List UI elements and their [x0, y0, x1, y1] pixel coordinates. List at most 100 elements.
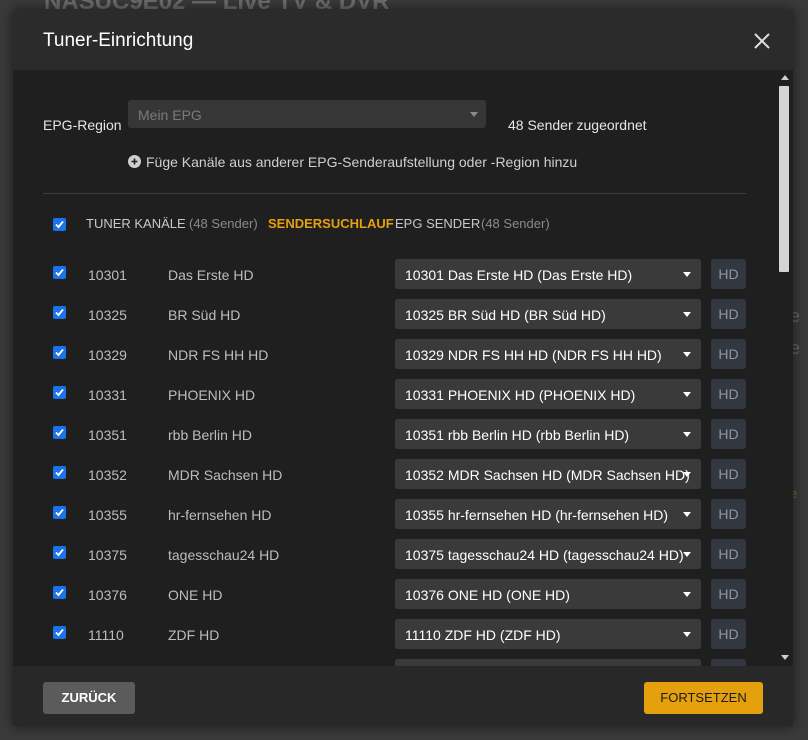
chevron-down-icon [470, 112, 478, 117]
epg-channels-count: (48 Sender) [481, 216, 550, 231]
epg-channel-value: 10376 ONE HD (ONE HD) [405, 587, 570, 603]
hd-toggle-button[interactable]: HD [711, 419, 746, 449]
chevron-down-icon [683, 632, 691, 637]
channel-name: MDR Sachsen HD [168, 467, 283, 483]
hd-toggle-button[interactable]: HD [711, 619, 746, 649]
epg-channel-select[interactable]: 10376 ONE HD (ONE HD) [395, 579, 701, 609]
continue-button[interactable]: FORTSETZEN [644, 682, 763, 714]
epg-channel-select[interactable]: 10351 rbb Berlin HD (rbb Berlin HD) [395, 419, 701, 449]
epg-channel-select[interactable]: 11110 ZDF HD (ZDF HD) [395, 619, 701, 649]
chevron-down-icon [683, 512, 691, 517]
chevron-down-icon [683, 352, 691, 357]
hd-toggle-button[interactable]: HD [711, 499, 746, 529]
channel-name: tagesschau24 HD [168, 547, 280, 563]
channel-row: 11120arte HD11120 arte HD (arte HD)HD [13, 659, 773, 666]
epg-channel-value: 10325 BR Süd HD (BR Süd HD) [405, 307, 606, 323]
epg-channels-header: EPG SENDER [395, 216, 481, 231]
hd-toggle-button[interactable]: HD [711, 659, 746, 666]
channel-row: 10355 hr-fernsehen HD 10355 hr-fernsehen H… [13, 499, 773, 539]
channel-row: 10352 MDR Sachsen HD 10352 MDR Sachsen HD … [13, 459, 773, 499]
checkmark-icon [55, 220, 64, 229]
checkmark-icon [55, 508, 64, 517]
channel-row: 10329 NDR FS HH HD 10329 NDR FS HH HD (NDR… [13, 339, 773, 379]
epg-channel-value: 10331 PHOENIX HD (PHOENIX HD) [405, 387, 636, 403]
chevron-down-icon [683, 592, 691, 597]
channel-checkbox[interactable] [53, 626, 66, 639]
assigned-count: 48 Sender zugeordnet [508, 117, 647, 133]
channel-row: 10351 rbb Berlin HD 10351 rbb Berlin HD (r… [13, 419, 773, 459]
channel-name: Das Erste HD [168, 267, 254, 283]
channel-checkbox[interactable] [53, 266, 66, 279]
epg-region-select[interactable]: Mein EPG [128, 100, 486, 128]
channel-checkbox[interactable] [53, 506, 66, 519]
channel-name: ZDF HD [168, 627, 220, 643]
add-channels-link[interactable]: Füge Kanäle aus anderer EPG-Senderaufste… [146, 154, 577, 170]
channel-name: BR Süd HD [168, 307, 241, 323]
checkmark-icon [55, 588, 64, 597]
channel-checkbox[interactable] [53, 386, 66, 399]
channel-name: NDR FS HH HD [168, 347, 269, 363]
channel-row: 10331 PHOENIX HD 10331 PHOENIX HD (PHOENIX… [13, 379, 773, 419]
epg-channel-select[interactable]: 10355 hr-fernsehen HD (hr-fernsehen HD) [395, 499, 701, 529]
hd-toggle-button[interactable]: HD [711, 579, 746, 609]
epg-channel-select[interactable]: 10375 tagesschau24 HD (tagesschau24 HD) [395, 539, 701, 569]
channel-checkbox[interactable] [53, 586, 66, 599]
chevron-down-icon [683, 472, 691, 477]
channel-number: 10331 [88, 387, 127, 403]
hd-toggle-button[interactable]: HD [711, 459, 746, 489]
channel-name: hr-fernsehen HD [168, 507, 272, 523]
epg-channel-value: 11110 ZDF HD (ZDF HD) [405, 627, 561, 643]
dialog-footer: ZURÜCK FORTSETZEN [13, 666, 793, 726]
channel-number: 10301 [88, 267, 127, 283]
channel-row: 10325 BR Süd HD 10325 BR Süd HD (BR Süd HD… [13, 299, 773, 339]
channel-checkbox[interactable] [53, 346, 66, 359]
channel-number: 10329 [88, 347, 127, 363]
channel-number: 10351 [88, 427, 127, 443]
dialog-title: Tuner-Einrichtung [43, 30, 194, 51]
epg-channel-select[interactable]: 10331 PHOENIX HD (PHOENIX HD) [395, 379, 701, 409]
hd-toggle-button[interactable]: HD [711, 539, 746, 569]
channel-checkbox[interactable] [53, 426, 66, 439]
epg-channel-select[interactable]: 10325 BR Süd HD (BR Süd HD) [395, 299, 701, 329]
checkmark-icon [55, 348, 64, 357]
divider [43, 193, 746, 194]
channel-name: rbb Berlin HD [168, 427, 253, 443]
epg-channel-select[interactable]: 10329 NDR FS HH HD (NDR FS HH HD) [395, 339, 701, 369]
hd-toggle-button[interactable]: HD [711, 299, 746, 329]
channel-scan-link[interactable]: SENDERSUCHLAUF [268, 216, 394, 231]
scroll-down-icon[interactable] [781, 655, 789, 660]
epg-channel-select[interactable]: 10352 MDR Sachsen HD (MDR Sachsen HD) [395, 459, 701, 489]
epg-channel-value: 10351 rbb Berlin HD (rbb Berlin HD) [405, 427, 630, 443]
hd-toggle-button[interactable]: HD [711, 339, 746, 369]
channel-row: 10301 Das Erste HD 10301 Das Erste HD (Das… [13, 259, 773, 299]
channel-name: ONE HD [168, 587, 223, 603]
channel-checkbox[interactable] [53, 546, 66, 559]
epg-channel-select[interactable]: 11120 arte HD (arte HD) [395, 659, 701, 666]
close-button[interactable] [751, 30, 773, 52]
hd-toggle-button[interactable]: HD [711, 379, 746, 409]
epg-channel-value: 10355 hr-fernsehen HD (hr-fernsehen HD) [405, 507, 669, 523]
channel-row: 11110 ZDF HD 11110 ZDF HD (ZDF HD) HD [13, 619, 773, 659]
channel-number: 10325 [88, 307, 127, 323]
scroll-up-icon[interactable] [781, 75, 789, 80]
checkmark-icon [55, 628, 64, 637]
channel-number: 10355 [88, 507, 127, 523]
chevron-down-icon [683, 272, 691, 277]
select-all-checkbox[interactable] [53, 218, 66, 231]
epg-channel-select[interactable]: 10301 Das Erste HD (Das Erste HD) [395, 259, 701, 289]
dialog-header: Tuner-Einrichtung [13, 10, 793, 70]
hd-toggle-button[interactable]: HD [711, 259, 746, 289]
checkmark-icon [55, 548, 64, 557]
channel-number: 10376 [88, 587, 127, 603]
channel-checkbox[interactable] [53, 306, 66, 319]
channel-checkbox[interactable] [53, 466, 66, 479]
epg-region-label: EPG-Region [43, 117, 122, 133]
checkmark-icon [55, 468, 64, 477]
scrollbar-thumb[interactable] [779, 86, 789, 272]
plus-icon[interactable] [128, 155, 141, 168]
tuner-channels-count: (48 Sender) [189, 216, 258, 231]
checkmark-icon [55, 308, 64, 317]
checkmark-icon [55, 388, 64, 397]
back-button[interactable]: ZURÜCK [43, 682, 135, 714]
channel-row: 10376 ONE HD 10376 ONE HD (ONE HD) HD [13, 579, 773, 619]
